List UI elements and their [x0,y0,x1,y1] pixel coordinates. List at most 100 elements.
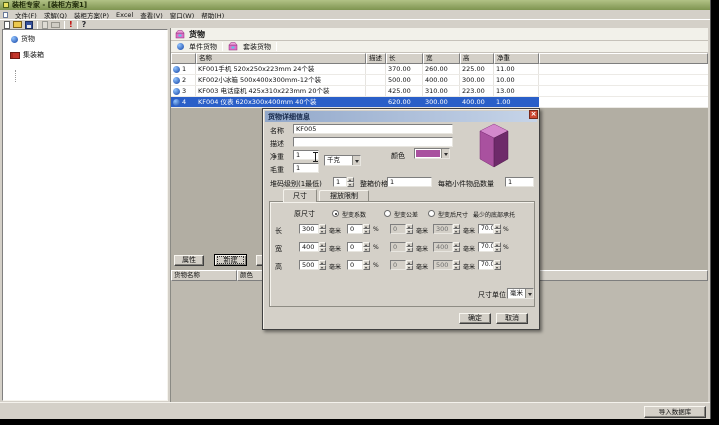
tree-item-cargo[interactable]: 货物 [11,34,35,44]
column-length[interactable]: 长 [386,53,423,64]
length-support-field[interactable]: 70.0 [478,224,494,234]
stack-level-field[interactable]: 1 [333,177,347,187]
tab-size[interactable]: 尺寸 [283,189,317,202]
items-per-box-field[interactable]: 1 [505,177,534,187]
length-orig-stepper[interactable] [319,224,326,234]
cargo-detail-dialog: 货物详细信息 × 名称 KF005 描述 净重 1 千克 毛重 1 颜色 [262,108,540,330]
size-unit-select[interactable]: 毫米 [507,288,534,299]
row-icon-cell: 4 [171,97,196,107]
properties-button[interactable]: 属性 [174,255,204,266]
open-folder-icon[interactable] [13,21,22,28]
chevron-down-icon[interactable] [441,149,449,158]
height-orig-field[interactable]: 500 [299,260,319,270]
table-row-selected[interactable]: 4 KF004 仪表 620x300x400mm 40个装 620.00 300… [171,97,708,108]
width-tol-field: 0 [390,242,406,252]
radio-deformed-size[interactable] [428,210,435,217]
document-icon[interactable] [3,12,8,18]
column-icon[interactable] [171,53,196,64]
name-label: 名称 [270,126,284,136]
width-support-field[interactable]: 70.0 [478,242,494,252]
menu-window[interactable]: 窗口(W) [170,10,195,20]
close-icon[interactable]: × [529,110,538,119]
table-row[interactable]: 2 KF002小冰箱 500x400x300mm-12个装 500.00 400… [171,75,708,86]
box-price-field[interactable]: 1 [387,177,432,187]
print-preview-icon [42,21,48,29]
weight-unit-select[interactable]: 千克 [324,155,361,166]
toolbar-separator [77,21,78,29]
cell-width: 260.00 [423,64,460,74]
column-weight[interactable]: 净重 [494,53,539,64]
panel-header: 货物 [171,28,708,41]
color-select[interactable] [414,148,450,159]
table-row[interactable]: 3 KF003 电话座机 425x310x223mm 20个装 425.00 3… [171,86,708,97]
menu-plan[interactable]: 装柜方案(P) [74,10,109,20]
length-coef-stepper[interactable] [363,224,370,234]
toolbar-separator [64,21,65,29]
chevron-down-icon[interactable] [525,289,533,298]
length-orig-field[interactable]: 300 [299,224,319,234]
cell-filler [539,86,708,96]
net-weight-label: 净重 [270,152,284,162]
width-coef-field[interactable]: 0 [347,242,363,252]
height-coef-stepper[interactable] [363,260,370,270]
size-group: 原尺寸 型变系数 型变公差 型变后尺寸 最少的底部承托 长 300 毫米 0 %… [269,201,535,307]
desc-label: 描述 [270,139,284,149]
menu-solve[interactable]: 求解(Q) [44,10,67,20]
width-orig-field[interactable]: 400 [299,242,319,252]
ok-button[interactable]: 确定 [459,313,491,324]
tab-set-cargo[interactable]: 套装货物 [243,42,271,52]
column-width[interactable]: 宽 [423,53,460,64]
cell-name: KF002小冰箱 500x400x300mm-12个装 [196,75,366,85]
help-question-icon[interactable]: ? [82,20,87,29]
column-cargo-name[interactable]: 货物名称 [171,270,237,281]
deform-coef-label: 型变系数 [342,210,366,219]
gross-weight-label: 毛重 [270,165,284,175]
radio-deform-coef[interactable] [332,210,339,217]
cargo-sphere-icon [173,77,180,84]
length-support-stepper[interactable] [494,224,501,234]
column-height[interactable]: 高 [460,53,494,64]
tree-item-container[interactable]: 集装箱 [10,50,44,60]
new-file-icon[interactable] [4,21,10,29]
menu-file[interactable]: 文件(F) [15,10,37,20]
table-row[interactable]: 1 KF001手机 520x250x223mm 24个装 370.00 260.… [171,64,708,75]
percent-label: % [503,226,509,233]
tab-single-cargo[interactable]: 单件货物 [189,42,217,52]
stack-level-stepper[interactable] [347,177,354,187]
length-coef-field[interactable]: 0 [347,224,363,234]
radio-deform-tolerance[interactable] [384,210,391,217]
save-icon[interactable] [25,21,33,29]
import-database-button[interactable]: 导入数据库 [644,406,706,418]
width-support-stepper[interactable] [494,242,501,252]
height-coef-field[interactable]: 0 [347,260,363,270]
menu-help[interactable]: 帮助(H) [201,10,224,20]
new-button[interactable]: 新建 [214,254,247,266]
container-icon [10,52,20,59]
height-support-stepper[interactable] [494,260,501,270]
cell-filler [539,75,708,85]
set-cargo-icon [228,42,238,51]
name-field[interactable]: KF005 [293,124,453,134]
column-name[interactable]: 名称 [196,53,366,64]
gross-weight-field[interactable]: 1 [293,163,319,173]
menu-view[interactable]: 查看(V) [140,10,163,20]
cargo-box-icon [175,30,185,39]
solve-exclamation-icon[interactable]: ! [69,20,73,29]
color-label: 颜色 [391,151,405,161]
desc-field[interactable] [293,137,453,147]
cell-width: 300.00 [423,97,460,107]
ibeam-cursor [313,152,318,162]
width-coef-stepper[interactable] [363,242,370,252]
height-orig-stepper[interactable] [319,260,326,270]
column-desc[interactable]: 描述 [366,53,386,64]
color-swatch [416,150,440,157]
cell-length: 370.00 [386,64,423,74]
panel-title: 货物 [189,29,205,40]
row-icon-cell: 1 [171,64,196,74]
chevron-down-icon[interactable] [352,156,360,165]
cancel-button[interactable]: 取消 [496,313,528,324]
height-support-field[interactable]: 70.0 [478,260,494,270]
menu-excel[interactable]: Excel [116,11,133,19]
title-bar[interactable]: 装柜专家 - [装柜方案1] [0,0,710,10]
width-orig-stepper[interactable] [319,242,326,252]
